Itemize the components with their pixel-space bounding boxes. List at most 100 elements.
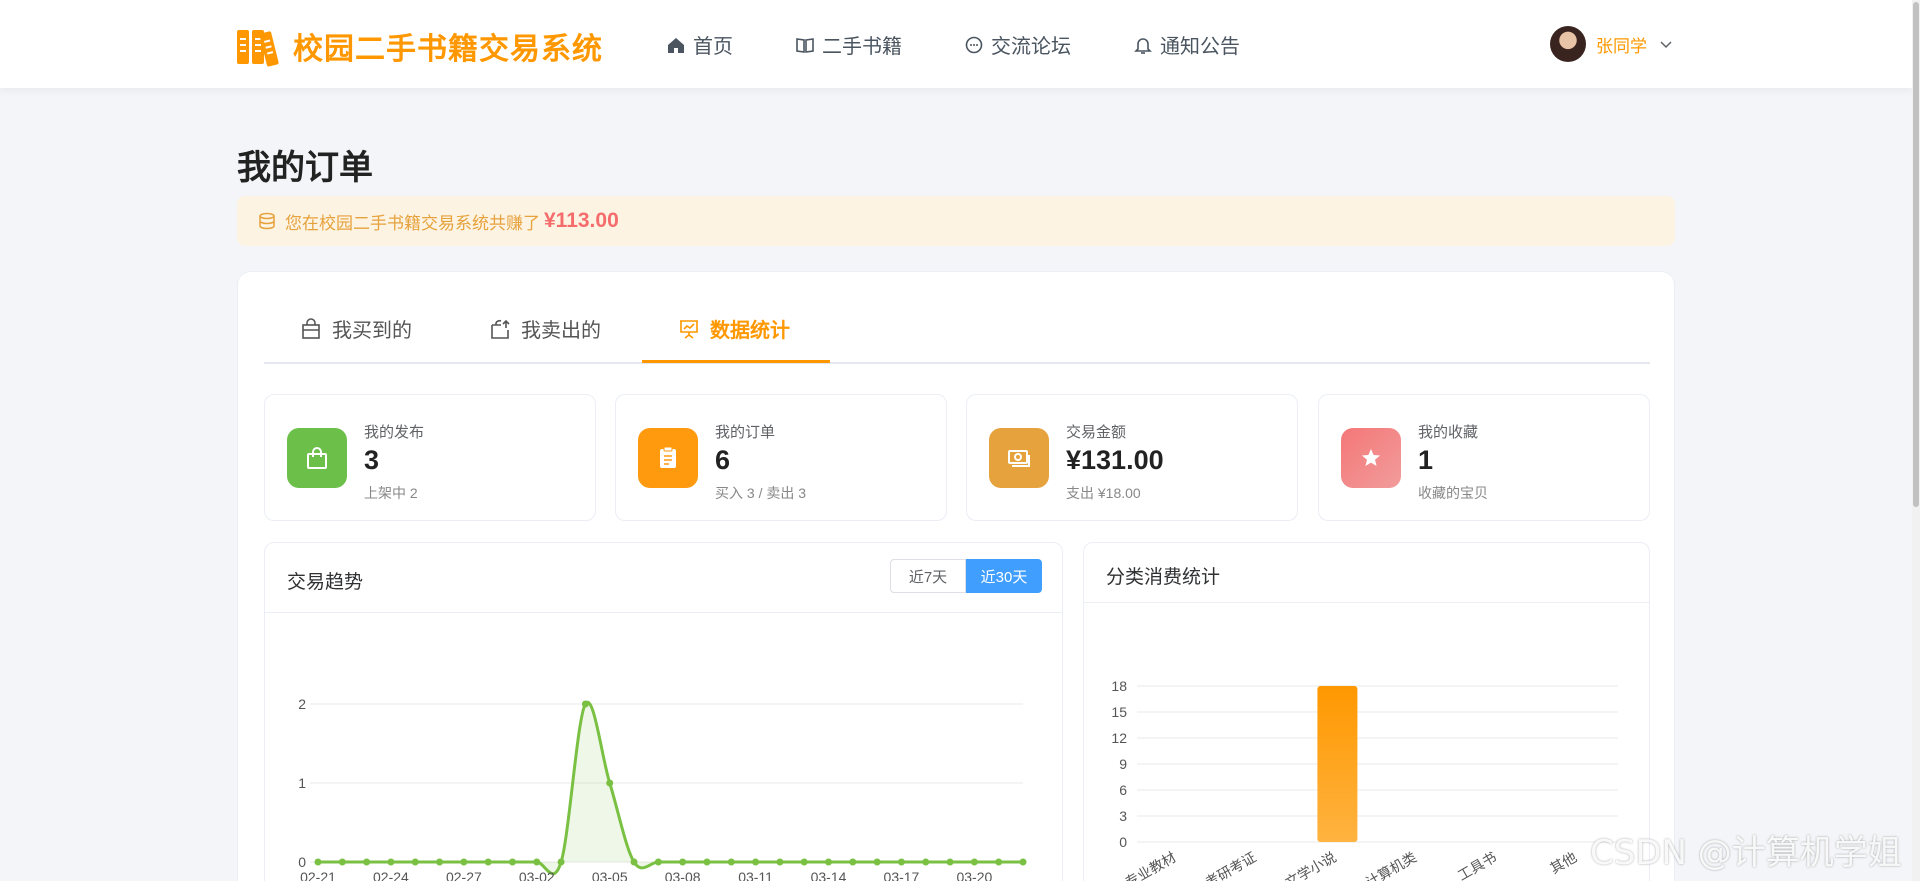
nav-notice[interactable]: 通知公告 xyxy=(1133,30,1240,59)
data-point xyxy=(849,858,857,866)
range-toggle: 近7天 近30天 xyxy=(890,559,1042,593)
money-icon xyxy=(1008,450,1030,467)
data-point xyxy=(970,858,978,866)
tab-statistics[interactable]: 数据统计 xyxy=(678,314,790,343)
nav-home[interactable]: 首页 xyxy=(666,30,733,59)
book-icon xyxy=(796,37,814,53)
stat-label: 我的收藏 xyxy=(1418,424,1479,441)
page-title: 我的订单 xyxy=(237,149,373,187)
y-tick-label: 15 xyxy=(1111,704,1127,720)
bar xyxy=(1317,686,1358,842)
y-tick-label: 6 xyxy=(1119,782,1127,798)
data-point xyxy=(995,858,1003,866)
stat-card-orders[interactable]: 我的订单 6 买入 3 / 卖出 3 xyxy=(615,394,947,521)
data-point xyxy=(727,858,735,866)
y-tick-label: 3 xyxy=(1119,808,1127,824)
presentation-chart-icon xyxy=(680,319,698,339)
data-point xyxy=(776,858,784,866)
data-point xyxy=(654,858,662,866)
page-scrollbar[interactable] xyxy=(1912,0,1920,881)
x-tick-label: 03-08 xyxy=(665,869,701,881)
category-panel: 分类消费统计 0 3 6 9 12 15 18 专业教材 考研考证 文学小说 计算机类 工具书 其他 xyxy=(1083,542,1650,881)
y-tick-label: 1 xyxy=(298,775,306,791)
earnings-banner: 您在校园二手书籍交易系统共赚了 ¥113.00 xyxy=(237,196,1675,246)
stat-card-favorites[interactable]: 我的收藏 1 收藏的宝贝 xyxy=(1318,394,1650,521)
user-menu[interactable]: 张同学 xyxy=(1550,26,1673,62)
stat-icon-bg xyxy=(989,428,1049,488)
data-point xyxy=(363,858,371,866)
stat-value: 3 xyxy=(364,445,380,475)
data-point xyxy=(946,858,954,866)
stat-icon-bg xyxy=(1341,428,1401,488)
nav-forum-label: 交流论坛 xyxy=(991,36,1071,58)
data-point xyxy=(411,858,419,866)
stat-icon-bg xyxy=(638,428,698,488)
tab-sold-label: 我卖出的 xyxy=(521,320,601,342)
nav-books-label: 二手书籍 xyxy=(822,36,902,58)
avatar[interactable] xyxy=(1550,26,1586,62)
stat-sub: 支出 ¥18.00 xyxy=(1066,485,1141,501)
active-tab-indicator xyxy=(642,360,830,363)
data-point xyxy=(922,858,930,866)
x-tick-label: 02-21 xyxy=(300,869,336,881)
data-point xyxy=(679,858,687,866)
stat-value: 1 xyxy=(1418,445,1434,475)
logo[interactable]: 校园二手书籍交易系统 xyxy=(237,24,603,68)
home-icon xyxy=(668,37,684,53)
category-title: 分类消费统计 xyxy=(1106,567,1221,588)
x-tick-label: 03-05 xyxy=(592,869,628,881)
user-name[interactable]: 张同学 xyxy=(1596,32,1647,57)
data-point xyxy=(484,858,492,866)
y-tick-label: 2 xyxy=(298,696,306,712)
x-tick-label: 03-02 xyxy=(519,869,555,881)
stat-label: 我的订单 xyxy=(715,424,776,441)
stat-sub: 上架中 2 xyxy=(364,485,418,501)
data-point xyxy=(825,858,833,866)
chat-icon xyxy=(965,36,983,53)
app-title: 校园二手书籍交易系统 xyxy=(293,33,603,66)
y-tick-label: 0 xyxy=(298,854,306,870)
earnings-amount: ¥113.00 xyxy=(544,209,619,232)
star-icon xyxy=(1362,449,1380,466)
stat-label: 交易金额 xyxy=(1066,424,1127,441)
stat-sub: 买入 3 / 卖出 3 xyxy=(715,485,807,501)
stat-card-published[interactable]: 我的发布 3 上架中 2 xyxy=(264,394,596,521)
orders-card: 我买到的 我卖出的 数据统计 我的发布 3 上架中 2 我的订单 6 买入 3 … xyxy=(237,271,1675,881)
tab-bought[interactable]: 我买到的 xyxy=(300,314,412,343)
top-header: 校园二手书籍交易系统 首页 二手书籍 交流论坛 通知公告 张同学 xyxy=(0,0,1912,88)
nav-books[interactable]: 二手书籍 xyxy=(795,30,902,59)
range-30-button[interactable]: 近30天 xyxy=(966,559,1042,593)
bag-icon xyxy=(307,447,327,469)
watermark: CSDN @计算机学姐 xyxy=(1590,833,1902,873)
nav-notice-label: 通知公告 xyxy=(1160,36,1240,58)
x-tick-label: 03-17 xyxy=(884,869,920,881)
trend-panel-header: 交易趋势 近7天 近30天 xyxy=(265,543,1062,613)
data-point xyxy=(508,858,516,866)
trend-line-chart: 0 1 2 02-21 02-24 02-27 03-02 03-05 03-08 03-11 03… xyxy=(298,696,1027,881)
scrollbar-thumb[interactable] xyxy=(1913,2,1919,507)
order-tabs: 我买到的 我卖出的 数据统计 xyxy=(264,272,1650,364)
stat-value: ¥131.00 xyxy=(1066,445,1164,475)
x-tick-label: 文学小说 xyxy=(1282,849,1338,881)
trend-panel: 交易趋势 近7天 近30天 0 1 2 02-21 02-24 02-27 03-02 03-… xyxy=(264,542,1063,881)
data-point xyxy=(338,858,346,866)
nav-forum[interactable]: 交流论坛 xyxy=(964,30,1071,59)
stat-card-amount[interactable]: 交易金额 ¥131.00 支出 ¥18.00 xyxy=(966,394,1298,521)
x-tick-label: 03-20 xyxy=(956,869,992,881)
x-tick-label: 03-11 xyxy=(738,869,773,881)
range-7-button[interactable]: 近7天 xyxy=(890,559,966,593)
data-point xyxy=(581,700,589,708)
shopping-bag-icon xyxy=(302,317,320,339)
books-logo-icon xyxy=(237,28,279,67)
x-tick-label: 其他 xyxy=(1547,849,1579,877)
category-bar-chart: 0 3 6 9 12 15 18 专业教材 考研考证 文学小说 计算机类 工具书 其他 xyxy=(1111,678,1618,881)
chevron-down-icon[interactable] xyxy=(1659,37,1673,51)
data-point xyxy=(873,858,881,866)
sell-bag-icon xyxy=(491,319,510,339)
tab-bought-label: 我买到的 xyxy=(332,320,412,342)
tab-sold[interactable]: 我卖出的 xyxy=(489,314,601,343)
category-panel-header: 分类消费统计 xyxy=(1084,543,1649,603)
data-point xyxy=(533,858,541,866)
clipboard-icon xyxy=(660,446,676,468)
data-point xyxy=(1019,858,1027,866)
